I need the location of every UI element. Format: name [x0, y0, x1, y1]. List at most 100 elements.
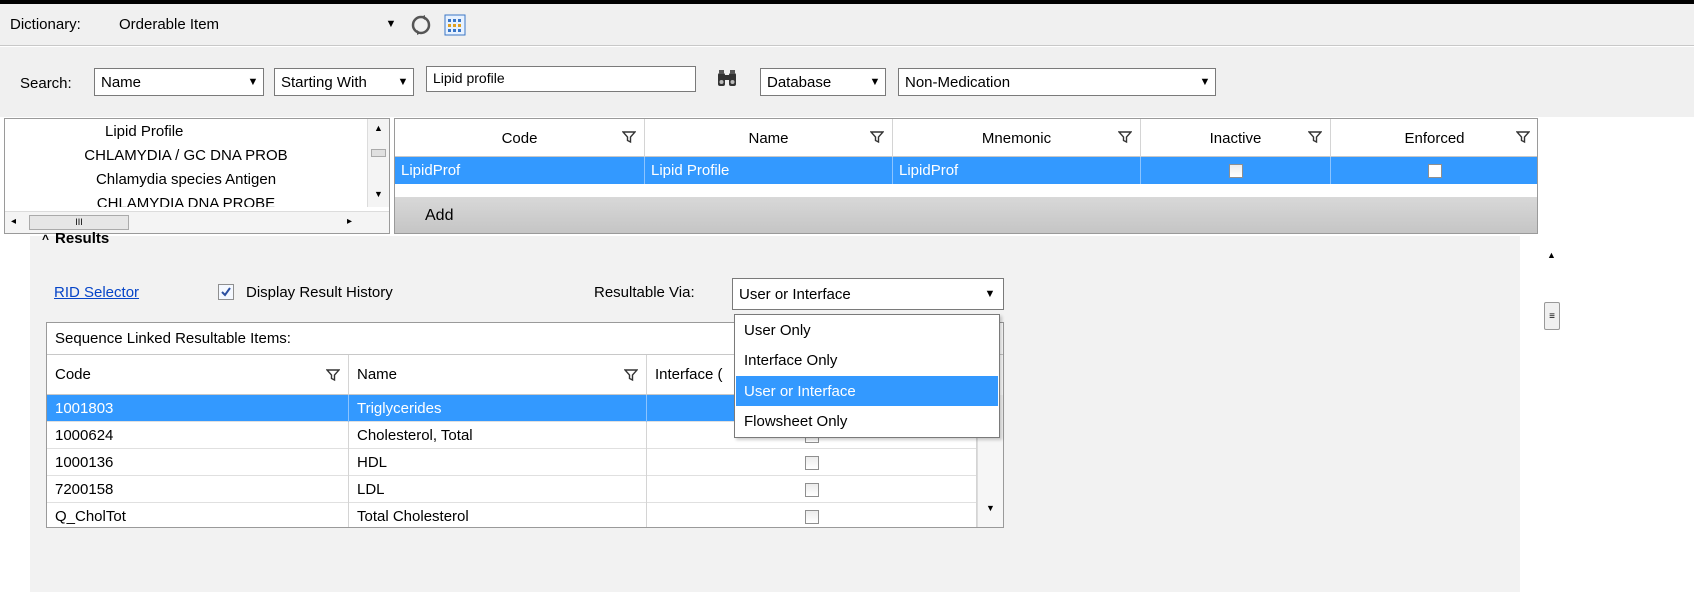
dropdown-option-user-or-interface[interactable]: User or Interface	[736, 376, 998, 406]
cell-enforced	[1331, 157, 1537, 184]
binoculars-icon[interactable]	[716, 69, 738, 89]
column-header-label: Code	[501, 129, 538, 147]
scroll-thumb[interactable]: ≡	[1544, 302, 1560, 330]
cell-name[interactable]: HDL	[349, 449, 647, 476]
chevron-down-icon: ▼	[393, 69, 413, 95]
arrow-left-icon[interactable]: ◂	[11, 216, 16, 227]
interface-checkbox[interactable]	[804, 455, 819, 470]
search-query-text: Lipid profile	[433, 70, 505, 86]
column-header-inactive[interactable]: Inactive	[1141, 119, 1331, 157]
cell-code[interactable]: 7200158	[47, 476, 349, 503]
list-vertical-scrollbar[interactable]: ▲ ▼	[367, 119, 389, 207]
arrow-up-icon[interactable]: ▲	[374, 123, 383, 133]
column-header-name[interactable]: Name	[645, 119, 893, 157]
chevron-up-icon[interactable]: ^	[42, 232, 49, 246]
main-vertical-scrollbar[interactable]: ▲ ≡	[1540, 236, 1564, 592]
refresh-icon[interactable]	[410, 14, 432, 36]
filter-icon[interactable]	[1516, 130, 1530, 144]
enforced-checkbox[interactable]	[1427, 163, 1442, 178]
cell-name[interactable]: Cholesterol, Total	[349, 422, 647, 449]
item-type-select[interactable]: Non-Medication ▼	[898, 68, 1216, 96]
column-header-name[interactable]: Name	[349, 355, 647, 395]
dictionary-label: Dictionary:	[10, 16, 81, 33]
cell-name[interactable]: Lipid Profile	[645, 157, 893, 184]
resultable-via-select[interactable]: User or Interface ▼	[732, 278, 1004, 310]
results-section-header[interactable]: ^ Results	[42, 230, 109, 247]
chevron-down-icon: ▼	[977, 279, 1003, 309]
interface-checkbox[interactable]	[804, 482, 819, 497]
cell-name[interactable]: LDL	[349, 476, 647, 503]
search-label: Search:	[20, 75, 72, 92]
column-header-mnemonic[interactable]: Mnemonic	[893, 119, 1141, 157]
column-header-label: Mnemonic	[981, 129, 1052, 147]
column-header-code[interactable]: Code	[47, 355, 349, 395]
display-history-label: Display Result History	[246, 284, 393, 301]
filter-icon[interactable]	[326, 368, 340, 382]
cell-name[interactable]: Total Cholesterol	[349, 503, 647, 527]
filter-icon[interactable]	[1118, 130, 1132, 144]
search-input[interactable]: Lipid profile	[426, 66, 696, 92]
cell-code[interactable]: 1001803	[47, 395, 349, 422]
cell-code[interactable]: 1000136	[47, 449, 349, 476]
table-row[interactable]: LipidProf Lipid Profile LipidProf	[395, 157, 1537, 184]
search-result-list[interactable]: Lipid Profile CHLAMYDIA / GC DNA PROB Ch…	[4, 118, 390, 234]
table-row[interactable]: 1000136 HDL	[47, 449, 977, 476]
rid-selector-link[interactable]: RID Selector	[54, 284, 139, 301]
cell-code[interactable]: Q_CholTot	[47, 503, 349, 527]
source-select[interactable]: Database ▼	[760, 68, 886, 96]
dictionary-select[interactable]: Orderable Item ▼	[112, 10, 402, 38]
column-header-label: Name	[748, 129, 789, 147]
chevron-down-icon: ▼	[381, 11, 401, 37]
scroll-thumb[interactable]	[371, 149, 386, 157]
dropdown-option-flowsheet-only[interactable]: Flowsheet Only	[736, 406, 998, 436]
interface-checkbox[interactable]	[804, 509, 819, 524]
chevron-down-icon: ▼	[1195, 69, 1215, 95]
cell-interface	[647, 449, 977, 476]
cell-code[interactable]: LipidProf	[395, 157, 645, 184]
list-item[interactable]: CHLAMYDIA / GC DNA PROB	[5, 147, 367, 164]
column-header-label: Enforced	[1404, 129, 1465, 147]
cell-mnemonic[interactable]: LipidProf	[893, 157, 1141, 184]
scroll-thumb[interactable]: III	[29, 215, 129, 230]
display-history-checkbox[interactable]	[218, 284, 234, 300]
arrow-up-icon[interactable]: ▲	[1547, 250, 1556, 260]
arrow-down-icon[interactable]: ▼	[986, 503, 995, 513]
search-field-select[interactable]: Name ▼	[94, 68, 264, 96]
list-item[interactable]: Lipid Profile	[5, 123, 367, 140]
filter-icon[interactable]	[624, 368, 638, 382]
table-row[interactable]: Q_CholTot Total Cholesterol	[47, 503, 977, 527]
search-bar: Search: Name ▼ Starting With ▼ Lipid pro…	[0, 47, 1694, 117]
dropdown-option-user-only[interactable]: User Only	[736, 315, 998, 345]
dropdown-option-interface-only[interactable]: Interface Only	[736, 345, 998, 375]
cell-interface	[647, 476, 977, 503]
column-header-label: Code	[55, 366, 91, 383]
grid-header: Code Name Mnemonic Inactive Enforced	[395, 119, 1537, 157]
chevron-down-icon: ▼	[865, 69, 885, 95]
search-field-value: Name	[101, 73, 142, 91]
filter-icon[interactable]	[870, 130, 884, 144]
arrow-down-icon[interactable]: ▼	[374, 189, 383, 199]
filter-icon[interactable]	[622, 130, 636, 144]
orderable-items-grid: Code Name Mnemonic Inactive Enforced Lip…	[394, 118, 1538, 234]
item-type-value: Non-Medication	[905, 73, 1011, 91]
cell-name[interactable]: Triglycerides	[349, 395, 647, 422]
grid-view-icon[interactable]	[444, 14, 466, 36]
add-button[interactable]: Add	[395, 197, 1537, 233]
table-row[interactable]: 7200158 LDL	[47, 476, 977, 503]
cell-code[interactable]: 1000624	[47, 422, 349, 449]
cell-inactive	[1141, 157, 1331, 184]
arrow-right-icon[interactable]: ▸	[347, 216, 352, 227]
chevron-down-icon: ▼	[243, 69, 263, 95]
results-title: Results	[55, 230, 110, 247]
column-header-code[interactable]: Code	[395, 119, 645, 157]
list-item[interactable]: CHLAMYDIA DNA PROBE	[5, 195, 367, 207]
resultable-via-label: Resultable Via:	[594, 284, 695, 301]
search-mode-select[interactable]: Starting With ▼	[274, 68, 414, 96]
resultable-via-dropdown: User Only Interface Only User or Interfa…	[734, 314, 1000, 438]
checkmark-icon	[221, 287, 231, 297]
filter-icon[interactable]	[1308, 130, 1322, 144]
list-item[interactable]: Chlamydia species Antigen	[5, 171, 367, 188]
dictionary-bar: Dictionary: Orderable Item ▼	[0, 4, 1694, 46]
inactive-checkbox[interactable]	[1228, 163, 1243, 178]
column-header-enforced[interactable]: Enforced	[1331, 119, 1537, 157]
